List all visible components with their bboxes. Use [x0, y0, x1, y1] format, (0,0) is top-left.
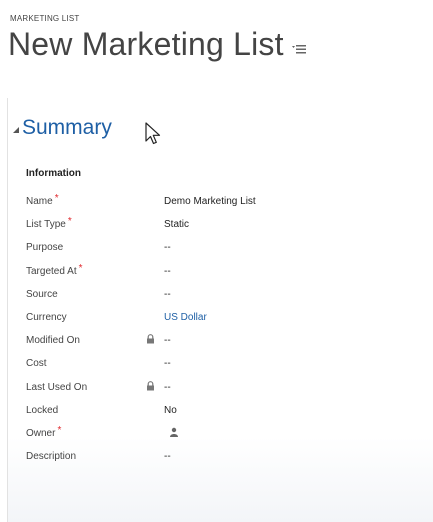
field-value[interactable]: Static: [164, 219, 189, 230]
field-label-text: Owner: [26, 427, 56, 439]
field-value[interactable]: --: [164, 335, 171, 346]
information-subsection-title: Information: [26, 168, 81, 179]
field-value[interactable]: --: [164, 382, 171, 393]
field-row: Targeted At * --: [26, 262, 426, 287]
required-marker: *: [67, 216, 72, 228]
lock-icon: [147, 334, 154, 344]
section-title: Summary: [22, 116, 112, 139]
field-value[interactable]: No: [164, 405, 177, 416]
summary-section-header[interactable]: Summary: [12, 116, 112, 140]
field-label: Name *: [26, 193, 59, 207]
field-row: Currency US Dollar: [26, 310, 426, 333]
field-label: Source: [26, 289, 58, 300]
field-label-text: Currency: [26, 311, 67, 323]
field-label: Modified On: [26, 335, 80, 346]
field-value[interactable]: --: [164, 289, 171, 300]
field-value[interactable]: US Dollar: [164, 312, 207, 323]
required-marker: *: [54, 193, 59, 204]
required-marker: *: [78, 262, 83, 274]
field-row: Last Used On --: [26, 380, 426, 403]
user-icon[interactable]: [169, 427, 179, 437]
field-value[interactable]: --: [164, 266, 171, 277]
fields-list: Name * Demo Marketing List List Type * Static…: [26, 193, 426, 472]
field-label: Description: [26, 451, 76, 462]
field-label: Targeted At *: [26, 262, 83, 277]
field-row: Name * Demo Marketing List: [26, 193, 426, 217]
field-value[interactable]: --: [164, 358, 171, 369]
field-label-text: Targeted At: [26, 265, 77, 277]
field-label-text: Purpose: [26, 242, 64, 254]
field-label: Currency: [26, 312, 67, 323]
field-row: List Type * Static: [26, 216, 426, 240]
field-label: Cost: [26, 358, 47, 369]
field-value[interactable]: --: [164, 242, 171, 253]
required-marker: *: [57, 424, 62, 436]
field-label-text: Cost: [26, 358, 47, 370]
field-label-text: Description: [26, 451, 77, 463]
field-label-text: Source: [26, 288, 58, 300]
form-panel: Summary Information Name * Demo Marketing …: [7, 98, 433, 522]
field-label: Purpose: [26, 242, 63, 253]
field-row: Modified On --: [26, 333, 426, 356]
field-label-text: Locked: [26, 404, 59, 416]
field-row: Description --: [26, 449, 426, 472]
field-label: List Type *: [26, 216, 72, 231]
field-label: Locked: [26, 405, 58, 416]
field-row: Source --: [26, 287, 426, 310]
field-label-text: Name: [26, 196, 53, 207]
field-label-text: List Type: [26, 219, 66, 231]
field-row: Cost --: [26, 356, 426, 379]
lock-icon: [147, 380, 154, 390]
field-value[interactable]: --: [164, 451, 171, 462]
collapse-triangle-icon[interactable]: [12, 126, 20, 134]
entity-label: MARKETING LIST: [10, 14, 80, 23]
field-label: Last Used On: [26, 382, 87, 393]
field-row: Purpose --: [26, 240, 426, 263]
page-title: New Marketing List: [8, 26, 306, 63]
list-menu-icon[interactable]: [291, 43, 306, 55]
field-value[interactable]: Demo Marketing List: [164, 196, 256, 207]
page-title-text: New Marketing List: [8, 26, 284, 62]
field-label: Owner *: [26, 424, 62, 439]
field-row: Owner *: [26, 424, 426, 449]
field-label-text: Last Used On: [26, 381, 88, 393]
mouse-pointer-icon: [145, 122, 161, 145]
field-row: Locked No: [26, 403, 426, 426]
field-label-text: Modified On: [26, 335, 80, 347]
